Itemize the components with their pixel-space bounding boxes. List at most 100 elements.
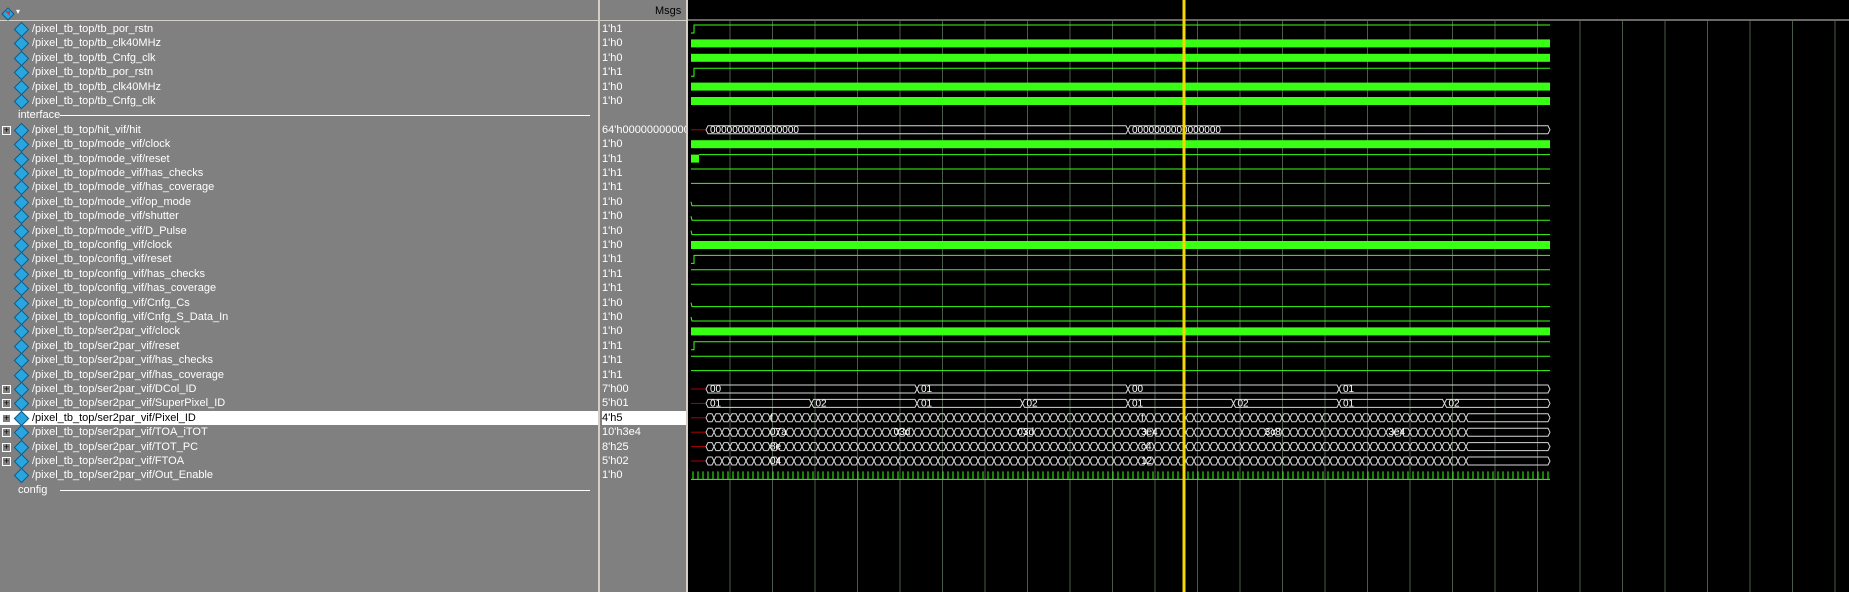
signal-value: 1'h0 [602, 210, 623, 223]
group-divider-config[interactable]: config [0, 483, 598, 497]
signal-value: 1'h1 [602, 23, 623, 35]
signal-row[interactable]: + /pixel_tb_top/ser2par_vif/Pixel_ID [0, 410, 598, 427]
signal-diamond-icon [13, 64, 30, 81]
signal-name: /pixel_tb_top/config_vif/Cnfg_Cs [32, 296, 190, 309]
bus-value-label: 02 [1238, 398, 1250, 409]
bus-value-label: 00 [1132, 384, 1144, 395]
signal-row[interactable]: /pixel_tb_top/config_vif/has_coverage [0, 280, 598, 297]
signal-row[interactable]: /pixel_tb_top/tb_por_rstn [0, 21, 598, 38]
signal-value: 64'h000000000000... [602, 123, 686, 136]
dropdown-arrow-icon[interactable]: ▾ [16, 7, 20, 16]
signal-name: /pixel_tb_top/ser2par_vif/has_coverage [32, 368, 225, 381]
signal-row[interactable]: /pixel_tb_top/ser2par_vif/has_coverage [0, 367, 598, 383]
clock-wave [691, 140, 1550, 149]
expand-icon[interactable]: + [2, 399, 11, 409]
signal-row[interactable]: /pixel_tb_top/config_vif/clock [0, 237, 598, 254]
signal-diamond-icon [13, 136, 30, 153]
signal-name: /pixel_tb_top/config_vif/clock [32, 239, 173, 251]
signal-row[interactable]: /pixel_tb_top/ser2par_vif/has_checks [0, 352, 598, 369]
signal-diamond-icon [13, 439, 30, 455]
expand-icon[interactable]: + [2, 413, 11, 423]
signal-row[interactable]: /pixel_tb_top/mode_vif/op_mode [0, 194, 598, 211]
expand-icon[interactable]: + [2, 428, 11, 438]
signal-row[interactable]: /pixel_tb_top/tb_Cnfg_clk [0, 50, 598, 67]
bus-value-label: 02 [1027, 398, 1039, 409]
signal-row[interactable]: /pixel_tb_top/ser2par_vif/reset [0, 338, 598, 355]
signal-row[interactable]: + /pixel_tb_top/ser2par_vif/DCol_ID [0, 381, 598, 398]
expand-icon[interactable]: + [2, 442, 11, 452]
signal-value: 1'h1 [602, 354, 623, 367]
signal-diamond-icon [13, 252, 30, 268]
signal-name: /pixel_tb_top/mode_vif/op_mode [32, 195, 191, 208]
signal-row[interactable]: /pixel_tb_top/mode_vif/D_Pulse [0, 223, 598, 239]
signal-name-pane[interactable]: ▾ /pixel_tb_top/tb_por_rstn/pixel_tb_top… [0, 0, 598, 592]
bus-value-label: 01 [921, 384, 933, 395]
signal-diamond-icon [13, 93, 30, 110]
signal-row[interactable]: /pixel_tb_top/ser2par_vif/clock [0, 324, 598, 340]
signal-row[interactable]: + /pixel_tb_top/ser2par_vif/TOA_iTOT [0, 424, 598, 441]
signal-value: 1'h0 [602, 239, 623, 251]
group-label: config [18, 483, 48, 496]
signal-diamond-icon [13, 352, 30, 369]
group-rule [60, 115, 590, 117]
signal-value: 1'h0 [602, 325, 623, 338]
signal-value: 1'h0 [602, 80, 623, 93]
signal-row[interactable]: /pixel_tb_top/config_vif/Cnfg_S_Data_In [0, 309, 598, 326]
bus-value-label: 0000000000000000 [1132, 125, 1221, 136]
bus-value-label: 3c8 [1265, 427, 1282, 438]
signal-row[interactable]: /pixel_tb_top/tb_Cnfg_clk [0, 93, 598, 110]
expand-icon[interactable]: + [2, 457, 11, 466]
signal-name: /pixel_tb_top/tb_por_rstn [32, 23, 154, 35]
signal-name: /pixel_tb_top/tb_Cnfg_clk [32, 95, 156, 107]
group-label: interface [18, 109, 61, 122]
clock-wave [691, 241, 1550, 249]
bus-value-label: 8e [770, 442, 782, 453]
signal-name: /pixel_tb_top/tb_por_rstn [32, 66, 154, 79]
signal-row[interactable]: /pixel_tb_top/ser2par_vif/Out_Enable [0, 468, 598, 484]
signal-row[interactable]: /pixel_tb_top/config_vif/Cnfg_Cs [0, 295, 598, 311]
bus-value-label: 04 [770, 456, 782, 467]
signal-name: /pixel_tb_top/ser2par_vif/DCol_ID [32, 383, 197, 395]
signal-row[interactable]: /pixel_tb_top/mode_vif/clock [0, 136, 598, 153]
signal-name: /pixel_tb_top/ser2par_vif/SuperPixel_ID [32, 397, 226, 410]
signal-name: /pixel_tb_top/mode_vif/D_Pulse [32, 224, 187, 237]
signal-row[interactable]: /pixel_tb_top/mode_vif/has_coverage [0, 180, 598, 196]
signal-value-pane[interactable]: 1'h11'h01'h01'h11'h01'h064'h000000000000… [600, 0, 686, 592]
signal-value: 1'h0 [602, 224, 623, 237]
signal-value: 1'h1 [602, 253, 623, 266]
signal-diamond-icon [13, 396, 30, 412]
group-divider-interface[interactable]: interface [0, 108, 598, 122]
wave-window-logo-icon[interactable] [1, 7, 15, 21]
signal-value: 7'h00 [602, 383, 629, 395]
expand-icon[interactable]: + [2, 125, 11, 135]
signal-row[interactable]: /pixel_tb_top/mode_vif/shutter [0, 208, 598, 225]
bus-value-label: c4 [1141, 442, 1152, 453]
signal-value: 1'h1 [602, 339, 623, 352]
reset-wave [691, 154, 699, 163]
signal-row[interactable]: /pixel_tb_top/mode_vif/has_checks [0, 165, 598, 182]
bus-value-label: 01 [1132, 398, 1144, 409]
name-pane-header: ▾ [0, 3, 598, 21]
signal-name: /pixel_tb_top/tb_clk40MHz [32, 80, 162, 93]
clock-wave [691, 39, 1550, 48]
signal-row[interactable]: /pixel_tb_top/config_vif/has_checks [0, 266, 598, 283]
signal-row[interactable]: + /pixel_tb_top/hit_vif/hit [0, 122, 598, 139]
signal-row[interactable]: + /pixel_tb_top/ser2par_vif/FTOA [0, 453, 598, 470]
signal-name: /pixel_tb_top/ser2par_vif/Out_Enable [32, 469, 214, 482]
signal-row[interactable]: /pixel_tb_top/tb_clk40MHz [0, 79, 598, 95]
waveform-pane[interactable]: 0000000000000000 000000000000000000 01 00 01… [688, 0, 1849, 592]
signal-row[interactable]: /pixel_tb_top/config_vif/reset [0, 252, 598, 268]
expand-icon[interactable]: + [2, 385, 11, 394]
signal-row[interactable]: + /pixel_tb_top/ser2par_vif/TOT_PC [0, 439, 598, 455]
bus-value-label: 07a [770, 427, 787, 438]
signal-name: /pixel_tb_top/ser2par_vif/FTOA [32, 455, 185, 467]
signal-value: 5'h02 [602, 455, 629, 467]
signal-row[interactable]: + /pixel_tb_top/ser2par_vif/SuperPixel_ID [0, 396, 598, 412]
signal-name: /pixel_tb_top/config_vif/has_coverage [32, 282, 217, 295]
bus-value-label: 3e4 [1141, 427, 1158, 438]
signal-row[interactable]: /pixel_tb_top/mode_vif/reset [0, 151, 598, 167]
signal-row[interactable]: /pixel_tb_top/tb_clk40MHz [0, 36, 598, 52]
signal-diamond-icon [13, 36, 30, 52]
signal-name: /pixel_tb_top/config_vif/Cnfg_S_Data_In [32, 311, 229, 323]
signal-row[interactable]: /pixel_tb_top/tb_por_rstn [0, 64, 598, 81]
